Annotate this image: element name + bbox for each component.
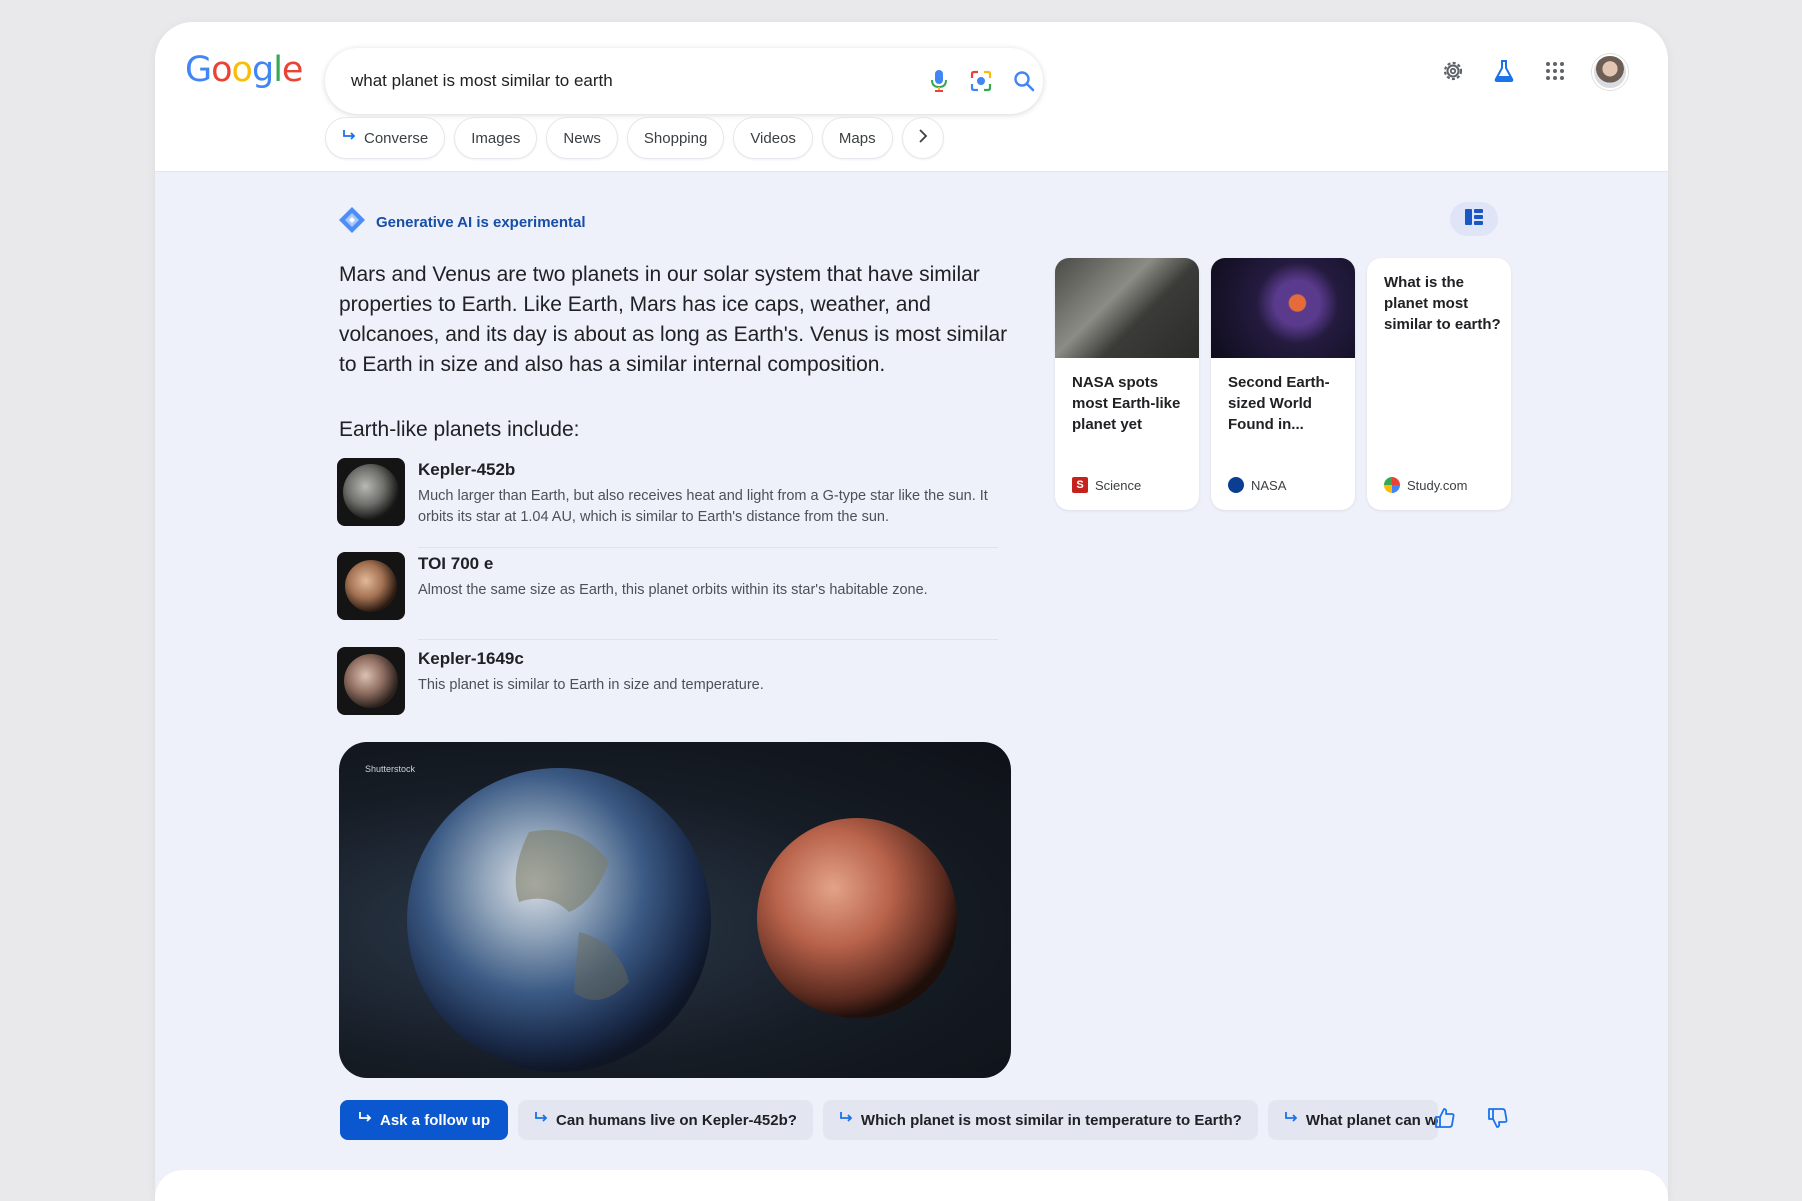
source-card[interactable]: What is the planet most similar to earth… [1367, 258, 1511, 510]
tab-label: News [563, 129, 601, 147]
planet-thumbnail [337, 647, 405, 715]
tab-shopping[interactable]: Shopping [626, 117, 725, 159]
mic-icon[interactable] [926, 68, 952, 94]
suggestion-label: Can humans live on Kepler-452b? [556, 1111, 797, 1129]
ai-summary: Mars and Venus are two planets in our so… [339, 263, 1008, 376]
suggestion-label: Which planet is most similar in temperat… [860, 1111, 1242, 1129]
apps-grid-icon[interactable] [1540, 56, 1570, 86]
follow-up-bar: Ask a follow up Can humans live on Keple… [340, 1100, 1438, 1140]
search-header: Google Converse [155, 22, 1668, 172]
logo-letter: o [231, 50, 253, 90]
avatar[interactable] [1592, 54, 1628, 90]
thumbs-up-icon[interactable] [1429, 1102, 1461, 1134]
divider [418, 639, 998, 640]
source-site: NASA [1251, 477, 1287, 493]
tab-label: Shopping [643, 129, 708, 147]
tab-videos[interactable]: Videos [733, 117, 813, 159]
search-box[interactable] [325, 48, 1043, 114]
logo-letter: l [273, 50, 283, 90]
planet-description: Almost the same size as Earth, this plan… [418, 582, 928, 598]
tab-converse[interactable]: Converse [325, 117, 446, 159]
reply-arrow-icon [1284, 1111, 1298, 1129]
source-title: Second Earth-sized World Found in... [1228, 374, 1330, 433]
tab-label: Converse [364, 129, 429, 147]
planet-name: TOI 700 e [418, 554, 494, 573]
science-logo-icon: S [1072, 477, 1088, 493]
thumbs-down-icon[interactable] [1482, 1102, 1514, 1134]
source-meta: S Science [1072, 477, 1141, 493]
reply-arrow-icon [342, 129, 356, 147]
chevron-right-icon [918, 129, 928, 147]
tab-label: Videos [750, 129, 796, 147]
reply-arrow-icon [534, 1111, 548, 1129]
tab-label: Images [471, 129, 521, 147]
planet-description: Much larger than Earth, but also receive… [418, 488, 988, 525]
follow-up-suggestion[interactable]: Which planet is most similar in temperat… [822, 1100, 1258, 1140]
source-title: NASA spots most Earth-like planet yet [1072, 374, 1181, 433]
search-icon[interactable] [1011, 68, 1037, 94]
study-com-logo-icon [1384, 477, 1400, 493]
logo-letter: o [211, 50, 232, 90]
source-thumbnail [1055, 258, 1199, 358]
search-tabs: Converse Images News Shopping Videos Map… [325, 117, 944, 159]
source-meta: Study.com [1384, 477, 1467, 493]
ask-follow-up-button[interactable]: Ask a follow up [340, 1100, 509, 1140]
browser-window: Google Converse [155, 22, 1668, 1201]
nasa-logo-icon [1228, 477, 1244, 493]
gear-icon[interactable] [1438, 56, 1468, 86]
reply-arrow-icon [358, 1111, 372, 1129]
earth-mars-illustration [407, 768, 957, 1072]
follow-up-suggestion[interactable]: What planet can we [1267, 1100, 1438, 1140]
planet-thumbnail [337, 552, 405, 620]
logo-letter: G [185, 50, 212, 90]
tabs-more-button[interactable] [901, 117, 944, 159]
layout-toggle-button[interactable] [1450, 202, 1498, 236]
earth-like-subhead: Earth-like planets include: [339, 418, 580, 441]
planet-thumbnail [337, 458, 405, 526]
suggestion-label: What planet can we [1305, 1111, 1438, 1129]
planet-name: Kepler-1649c [418, 649, 524, 668]
tab-maps[interactable]: Maps [821, 117, 893, 159]
planet-name: Kepler-452b [418, 460, 516, 479]
tab-label: Maps [838, 129, 876, 147]
list-item[interactable]: Kepler-452b Much larger than Earth, but … [337, 458, 1002, 538]
tab-news[interactable]: News [546, 117, 618, 159]
follow-up-suggestion[interactable]: Can humans live on Kepler-452b? [518, 1100, 813, 1140]
source-card[interactable]: Second Earth-sized World Found in... NAS… [1211, 258, 1355, 510]
source-site: Study.com [1407, 477, 1468, 493]
earth-mars-image[interactable]: Shutterstock [339, 742, 1011, 1078]
logo-letter: g [251, 50, 274, 90]
ask-follow-up-label: Ask a follow up [380, 1111, 491, 1129]
lens-icon[interactable] [968, 68, 994, 94]
google-logo[interactable]: Google [185, 50, 304, 90]
next-result-card [155, 1170, 1668, 1201]
logo-letter: e [281, 50, 304, 90]
planet-description: This planet is similar to Earth in size … [418, 677, 764, 693]
source-thumbnail [1211, 258, 1355, 358]
ai-label-text: Generative AI is experimental [376, 214, 586, 231]
flask-icon[interactable] [1489, 56, 1519, 86]
divider [418, 547, 998, 548]
sparkle-icon [338, 206, 366, 239]
search-input[interactable] [351, 68, 871, 94]
reply-arrow-icon [839, 1111, 853, 1129]
layout-toggle-icon [1465, 208, 1483, 230]
source-site: Science [1095, 477, 1142, 493]
source-meta: NASA [1228, 477, 1286, 493]
list-item[interactable]: TOI 700 e Almost the same size as Earth,… [337, 552, 1002, 622]
tab-images[interactable]: Images [454, 117, 538, 159]
ai-experimental-label: Generative AI is experimental [338, 206, 586, 239]
source-title: What is the planet most similar to earth… [1384, 274, 1501, 333]
list-item[interactable]: Kepler-1649c This planet is similar to E… [337, 647, 1002, 717]
source-card[interactable]: NASA spots most Earth-like planet yet S … [1055, 258, 1199, 510]
